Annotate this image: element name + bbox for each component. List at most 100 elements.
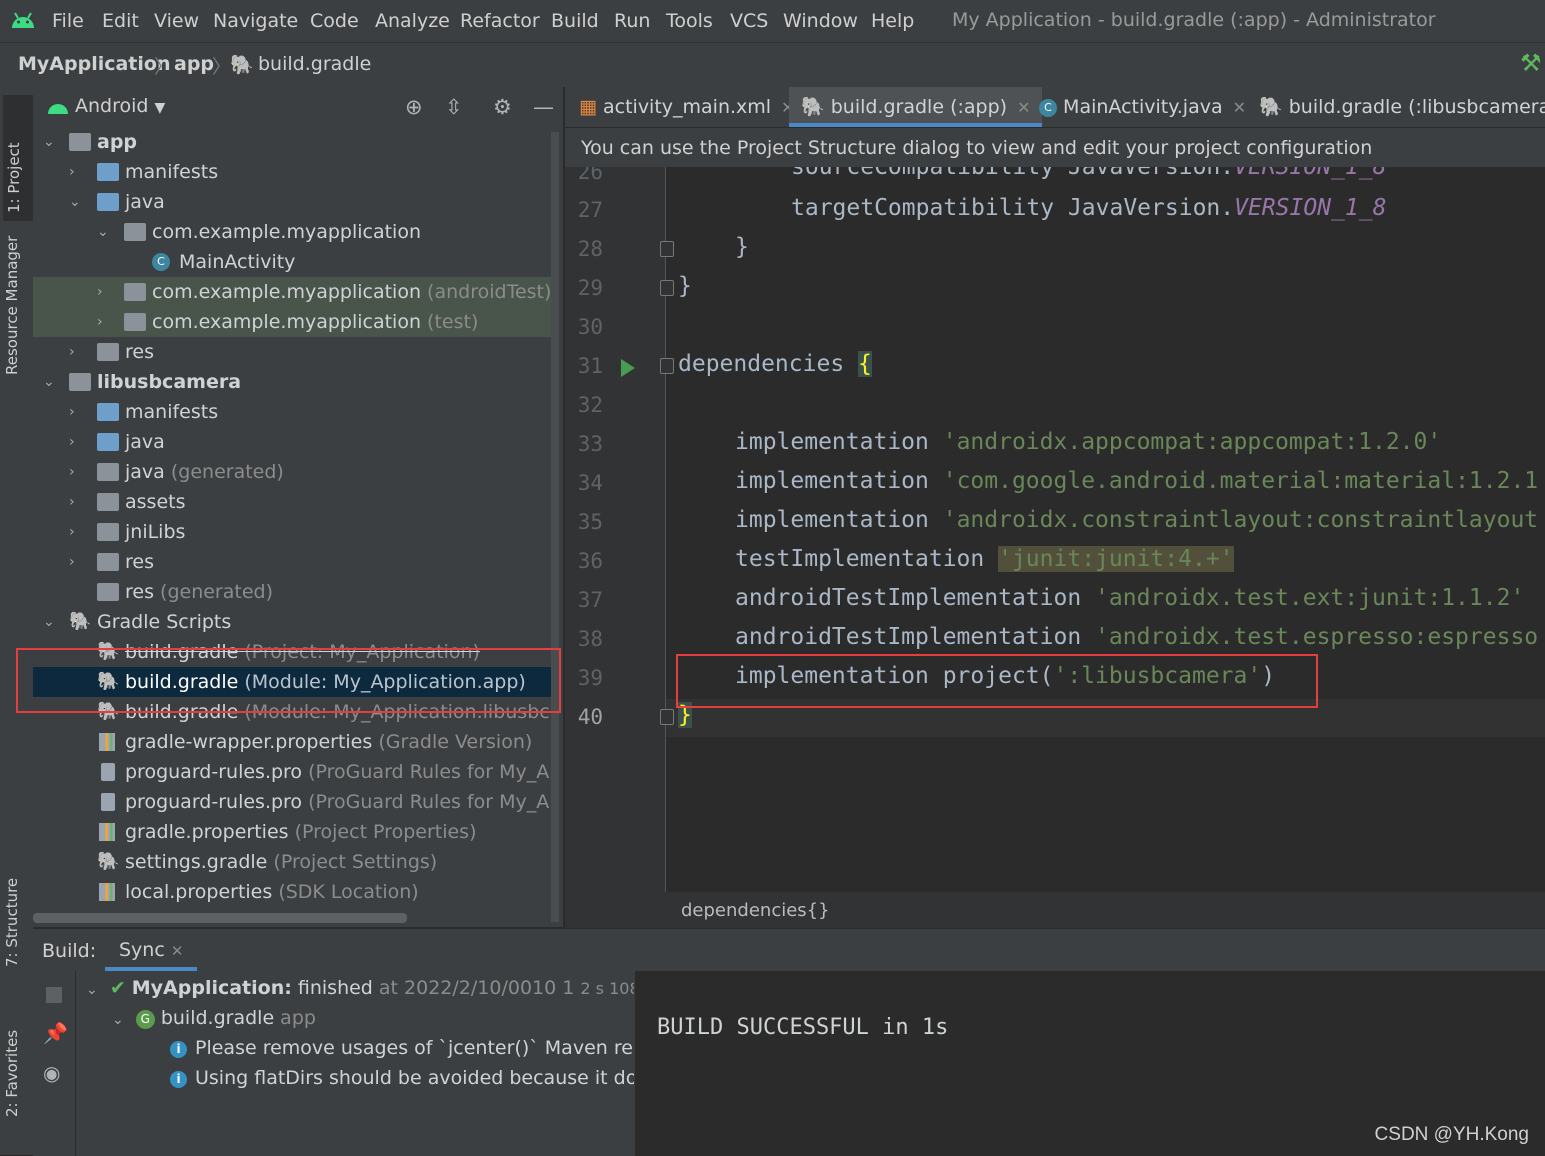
build-row-build-gradle[interactable]: ⌄ Gbuild.gradle app bbox=[112, 1003, 316, 1033]
tree-item-package-test[interactable]: › com.example.myapplication (test) bbox=[33, 307, 555, 337]
chevron-down-icon[interactable]: ⌄ bbox=[43, 367, 59, 397]
chevron-down-icon[interactable]: ⌄ bbox=[43, 127, 59, 157]
build-console[interactable]: BUILD SUCCESSFUL in 1s CSDN @YH.Kong bbox=[635, 971, 1545, 1156]
tree-item-java[interactable]: ⌄ java bbox=[33, 187, 555, 217]
tab-build-gradle-app[interactable]: 🐘 build.gradle (:app) ✕ bbox=[789, 87, 1043, 127]
tab-activity-main-xml[interactable]: ▦ activity_main.xml ✕ bbox=[579, 87, 794, 127]
tree-item-app[interactable]: ⌄ app bbox=[33, 127, 555, 157]
run-icon[interactable] bbox=[621, 359, 635, 377]
close-icon[interactable]: ✕ bbox=[1233, 98, 1246, 117]
tree-item-gradle-properties[interactable]: gradle.properties (Project Properties) bbox=[33, 817, 555, 847]
chevron-right-icon[interactable]: › bbox=[69, 457, 85, 487]
tree-item-java[interactable]: › java bbox=[33, 427, 555, 457]
chevron-right-icon[interactable]: › bbox=[69, 487, 85, 517]
chevron-down-icon[interactable]: ⌄ bbox=[97, 217, 113, 247]
tool-tab-favorites[interactable]: 2: Favorites bbox=[3, 1022, 31, 1117]
tool-tab-resource-manager[interactable]: Resource Manager bbox=[3, 235, 31, 375]
chevron-right-icon[interactable]: › bbox=[69, 547, 85, 577]
editor-breadcrumb[interactable]: dependencies{} bbox=[565, 892, 1545, 929]
chevron-right-icon[interactable]: › bbox=[69, 157, 85, 187]
project-structure-notice: You can use the Project Structure dialog… bbox=[565, 127, 1545, 168]
build-row-info[interactable]: i Please remove usages of `jcenter()` Mav… bbox=[170, 1033, 634, 1063]
tree-item-res-generated[interactable]: res (generated) bbox=[33, 577, 555, 607]
tree-item-res[interactable]: › res bbox=[33, 337, 555, 367]
menu-build[interactable]: Build bbox=[551, 10, 599, 32]
menu-edit[interactable]: Edit bbox=[102, 10, 139, 32]
menu-run[interactable]: Run bbox=[614, 10, 650, 32]
chevron-down-icon[interactable]: ⌄ bbox=[69, 187, 85, 217]
breadcrumb-file[interactable]: build.gradle bbox=[258, 53, 371, 75]
tree-item-gradle-scripts[interactable]: ⌄ 🐘 Gradle Scripts bbox=[33, 607, 555, 637]
tree-item-package[interactable]: ⌄ com.example.myapplication bbox=[33, 217, 555, 247]
tree-item-res[interactable]: › res bbox=[33, 547, 555, 577]
menu-tools[interactable]: Tools bbox=[666, 10, 713, 32]
hammer-icon[interactable]: ⚒ bbox=[1520, 49, 1542, 77]
menu-help[interactable]: Help bbox=[871, 10, 914, 32]
chevron-right-icon[interactable]: › bbox=[97, 277, 113, 307]
menu-code[interactable]: Code bbox=[310, 10, 359, 32]
menu-vcs[interactable]: VCS bbox=[730, 10, 768, 32]
menu-refactor[interactable]: Refactor bbox=[460, 10, 540, 32]
chevron-down-icon[interactable]: ⌄ bbox=[86, 982, 98, 998]
gear-icon[interactable]: ⚙ bbox=[493, 95, 512, 119]
gradle-icon: 🐘 bbox=[801, 96, 825, 118]
tree-item-mainactivity[interactable]: C MainActivity bbox=[33, 247, 555, 277]
chevron-right-icon[interactable]: › bbox=[69, 337, 85, 367]
tool-tab-project[interactable]: 1: Project bbox=[3, 95, 35, 221]
project-vertical-scrollbar[interactable] bbox=[551, 132, 559, 922]
tab-sync[interactable]: Sync ✕ bbox=[105, 929, 198, 971]
tree-item-proguard-rules[interactable]: proguard-rules.pro (ProGuard Rules for M… bbox=[33, 787, 555, 817]
chevron-right-icon[interactable]: › bbox=[69, 397, 85, 427]
stop-icon[interactable] bbox=[46, 987, 62, 1003]
highlight-box bbox=[16, 648, 561, 713]
pin-icon[interactable]: 📌 bbox=[43, 1021, 68, 1045]
tree-item-proguard-rules[interactable]: proguard-rules.pro (ProGuard Rules for M… bbox=[33, 757, 555, 787]
menu-navigate[interactable]: Navigate bbox=[213, 10, 298, 32]
fold-icon[interactable] bbox=[660, 241, 674, 257]
fold-icon[interactable] bbox=[660, 709, 674, 725]
line-number: 34 bbox=[577, 471, 603, 495]
eye-icon[interactable]: ◉ bbox=[43, 1061, 60, 1085]
tree-item-java-generated[interactable]: › java (generated) bbox=[33, 457, 555, 487]
minimize-icon[interactable]: — bbox=[533, 95, 554, 119]
tab-mainactivity-java[interactable]: C MainActivity.java ✕ bbox=[1039, 87, 1246, 127]
tree-label: java bbox=[125, 431, 165, 453]
code-editor[interactable]: 26 27 28 29 30 31 32 33 34 35 36 37 38 3… bbox=[565, 167, 1545, 892]
tree-item-jnilibs[interactable]: › jniLibs bbox=[33, 517, 555, 547]
menu-analyze[interactable]: Analyze bbox=[375, 10, 450, 32]
close-icon[interactable]: ✕ bbox=[1017, 98, 1030, 117]
menu-file[interactable]: File bbox=[52, 10, 84, 32]
project-panel: Android ▼ ⊕ ⇳ ⚙ — ⌄ app › manifests ⌄ ja… bbox=[33, 87, 564, 927]
tree-item-manifests[interactable]: › manifests bbox=[33, 397, 555, 427]
chevron-down-icon[interactable]: ⌄ bbox=[112, 1012, 124, 1028]
menu-window[interactable]: Window bbox=[783, 10, 858, 32]
chevron-right-icon[interactable]: › bbox=[69, 517, 85, 547]
tree-item-manifests[interactable]: › manifests bbox=[33, 157, 555, 187]
tree-item-package-androidtest[interactable]: › com.example.myapplication (androidTest… bbox=[33, 277, 555, 307]
tree-item-gradle-wrapper-properties[interactable]: gradle-wrapper.properties (Gradle Versio… bbox=[33, 727, 555, 757]
fold-icon[interactable] bbox=[660, 280, 674, 296]
project-view-selector[interactable]: Android ▼ bbox=[75, 95, 165, 117]
build-row-info[interactable]: i Using flatDirs should be avoided becaus… bbox=[170, 1063, 634, 1093]
collapse-all-icon[interactable]: ⇳ bbox=[445, 95, 463, 119]
tree-item-local-properties[interactable]: local.properties (SDK Location) bbox=[33, 877, 555, 907]
file-icon bbox=[101, 793, 115, 811]
tab-build-gradle-libusbcamera[interactable]: 🐘 build.gradle (:libusbcamera) bbox=[1259, 87, 1545, 127]
chevron-down-icon[interactable]: ⌄ bbox=[43, 607, 59, 637]
tool-tab-structure[interactable]: 7: Structure bbox=[3, 877, 31, 967]
tree-item-libusbcamera[interactable]: ⌄ libusbcamera bbox=[33, 367, 555, 397]
fold-icon[interactable] bbox=[660, 358, 674, 374]
project-horizontal-scrollbar[interactable] bbox=[33, 913, 407, 923]
build-toolbar: 📌 ◉ bbox=[33, 971, 76, 1156]
menu-view[interactable]: View bbox=[154, 10, 199, 32]
tree-item-assets[interactable]: › assets bbox=[33, 487, 555, 517]
close-icon[interactable]: ✕ bbox=[171, 942, 184, 960]
locate-icon[interactable]: ⊕ bbox=[405, 95, 423, 119]
breadcrumb-scope[interactable]: dependencies{} bbox=[681, 900, 830, 921]
chevron-right-icon[interactable]: › bbox=[97, 307, 113, 337]
chevron-right-icon[interactable]: › bbox=[69, 427, 85, 457]
breadcrumb-module[interactable]: app bbox=[174, 53, 214, 75]
tree-item-settings-gradle[interactable]: 🐘 settings.gradle (Project Settings) bbox=[33, 847, 555, 877]
build-row-myapplication[interactable]: ⌄ ✔ MyApplication: finished at 2022/2/10/… bbox=[86, 973, 634, 1003]
breadcrumb-project[interactable]: MyApplication bbox=[18, 53, 170, 75]
